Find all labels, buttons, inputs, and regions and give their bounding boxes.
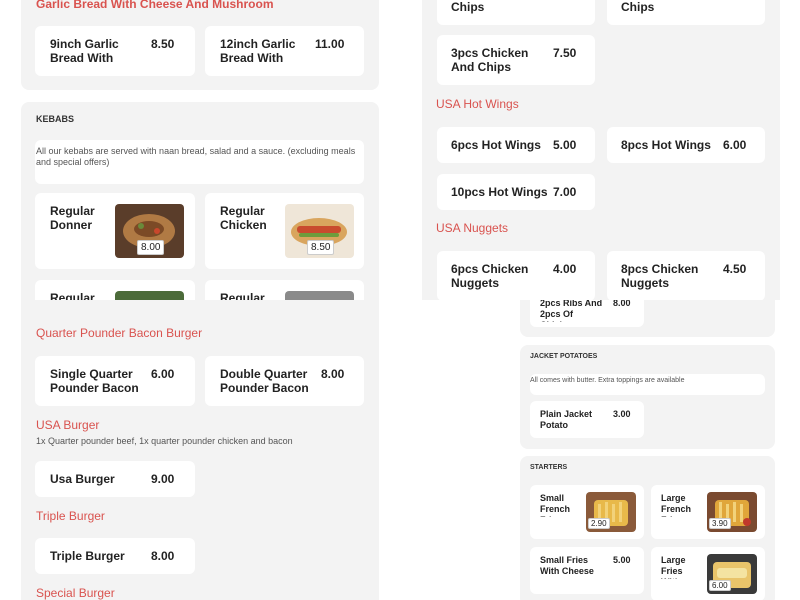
- item-price: 3.90: [709, 518, 731, 529]
- menu-item[interactable]: Double Quarter Pounder Bacon Burger 8.00: [205, 356, 364, 406]
- item-price: 8.00: [137, 240, 165, 255]
- item-price: 8.00: [613, 300, 631, 308]
- menu-item[interactable]: Regular Chicken Shish Kebab: [205, 280, 364, 300]
- jacket-potatoes-title: JACKET POTATOES: [530, 353, 598, 360]
- item-name: Regular Chicken Kebab: [220, 204, 267, 234]
- menu-item[interactable]: Small French Fries 2.90: [530, 485, 644, 539]
- pane-top-left: Garlic Bread With Cheese And Mushroom 9i…: [0, 0, 400, 300]
- kebabs-title: KEBABS: [36, 114, 75, 124]
- item-price: 8.00: [151, 549, 175, 563]
- usa-burger-title: USA Burger: [36, 418, 100, 432]
- menu-item[interactable]: 6pcs Chicken Nuggets 4.00: [437, 251, 595, 300]
- item-name: Small French Fries: [540, 493, 571, 517]
- ribs-card: 2pcs Ribs And 2pcs Of Chicken 8.00: [520, 300, 775, 337]
- item-name: Large Fries With Cheese: [661, 555, 686, 579]
- item-name: 8pcs Chicken Nuggets: [621, 262, 699, 290]
- item-price: 8.50: [151, 37, 175, 51]
- item-name: 2pcs Ribs And 2pcs Of Chicken: [540, 300, 603, 322]
- menu-item[interactable]: Small Fries With Cheese 5.00: [530, 547, 644, 594]
- hot-wings-title: USA Hot Wings: [436, 97, 519, 111]
- menu-item[interactable]: Single Quarter Pounder Bacon Burger 6.00: [35, 356, 195, 406]
- menu-item[interactable]: Regular Chicken Kebab 8.50: [205, 193, 364, 269]
- jacket-potatoes-card: JACKET POTATOES All comes with butter. E…: [520, 345, 775, 449]
- menu-item[interactable]: 9inch Garlic Bread With Cheese And Mushr…: [35, 26, 195, 76]
- item-name: Regular Chicken Shish Kebab: [220, 291, 265, 300]
- menu-item[interactable]: 6pcs Hot Wings 5.00: [437, 127, 595, 163]
- menu-item[interactable]: Usa Burger 9.00: [35, 461, 195, 497]
- menu-item[interactable]: Triple Burger 8.00: [35, 538, 195, 574]
- item-name: Triple Burger: [50, 549, 125, 563]
- menu-item[interactable]: 2pcs Ribs And 2pcs Of Chicken 8.00: [530, 300, 644, 327]
- garlic-bread-card: Garlic Bread With Cheese And Mushroom 9i…: [21, 0, 379, 90]
- item-name: 10pcs Hot Wings: [451, 185, 548, 199]
- item-name: Usa Burger: [50, 472, 115, 486]
- item-name: Double Quarter Pounder Bacon Burger: [220, 367, 309, 397]
- food-photo-icon: [115, 291, 184, 300]
- food-photo-icon: [285, 291, 354, 300]
- pane-bottom-right: 2pcs Ribs And 2pcs Of Chicken 8.00 JACKE…: [400, 300, 800, 600]
- item-name: Large French Fries: [661, 493, 692, 517]
- menu-item[interactable]: Plain Jacket Potato 3.00: [530, 401, 644, 438]
- jacket-description-box: All comes with butter. Extra toppings ar…: [530, 374, 765, 395]
- item-name: Chips: [451, 0, 485, 14]
- item-name: 12inch Garlic Bread With Cheese And Mush…: [220, 37, 296, 67]
- item-price: 4.00: [553, 262, 577, 276]
- starters-title: STARTERS: [530, 464, 568, 471]
- item-name: Chips: [621, 0, 655, 14]
- special-burger-title: Special Burger: [36, 586, 115, 600]
- item-price: 5.00: [553, 138, 577, 152]
- item-price: 6.00: [151, 367, 175, 381]
- item-price: 9.00: [151, 472, 175, 486]
- menu-item[interactable]: 12inch Garlic Bread With Cheese And Mush…: [205, 26, 364, 76]
- menu-item[interactable]: Chips: [437, 0, 595, 25]
- item-name: 6pcs Chicken Nuggets: [451, 262, 529, 290]
- item-price: 8.50: [307, 240, 335, 255]
- pane-top-right: Chips Chips 3pcs Chicken And Chips 7.50 …: [400, 0, 800, 300]
- item-price: 4.50: [723, 262, 747, 276]
- item-name: 8pcs Hot Wings: [621, 138, 711, 152]
- item-name: Single Quarter Pounder Bacon Burger: [50, 367, 139, 397]
- item-price: 6.00: [709, 580, 731, 591]
- item-name: 3pcs Chicken And Chips: [451, 46, 529, 74]
- item-price: 7.00: [553, 185, 577, 199]
- item-price: 6.00: [723, 138, 747, 152]
- item-price: 5.00: [613, 555, 631, 565]
- kebabs-card: KEBABS All our kebabs are served with na…: [21, 102, 379, 300]
- garlic-bread-title: Garlic Bread With Cheese And Mushroom: [36, 0, 274, 11]
- menu-item[interactable]: 3pcs Chicken And Chips 7.50: [437, 35, 595, 85]
- kebabs-description-box: All our kebabs are served with naan brea…: [35, 140, 364, 184]
- usa-burger-description: 1x Quarter pounder beef, 1x quarter poun…: [36, 436, 293, 446]
- quarter-pounder-title: Quarter Pounder Bacon Burger: [36, 326, 203, 340]
- nuggets-title: USA Nuggets: [436, 221, 509, 235]
- item-name: Plain Jacket Potato: [540, 409, 593, 430]
- menu-item[interactable]: Large Fries With Cheese 6.00: [651, 547, 765, 600]
- jacket-description: All comes with butter. Extra toppings ar…: [530, 377, 685, 384]
- item-price: 11.00: [315, 37, 345, 51]
- starters-card: STARTERS Small French Fries 2.90 Large F…: [520, 456, 775, 600]
- item-price: 3.00: [613, 409, 631, 419]
- menu-item[interactable]: Large French Fries 3.90: [651, 485, 765, 539]
- menu-item[interactable]: 8pcs Chicken Nuggets 4.50: [607, 251, 765, 300]
- item-name: Small Fries With Cheese: [540, 555, 594, 576]
- chicken-card: Chips Chips 3pcs Chicken And Chips 7.50 …: [422, 0, 780, 300]
- menu-item[interactable]: 10pcs Hot Wings 7.00: [437, 174, 595, 210]
- triple-burger-title: Triple Burger: [36, 509, 105, 523]
- menu-item[interactable]: 8pcs Hot Wings 6.00: [607, 127, 765, 163]
- item-price: 2.90: [588, 518, 610, 529]
- item-price: 8.00: [321, 367, 345, 381]
- kebabs-description: All our kebabs are served with naan brea…: [36, 146, 356, 167]
- item-name: 9inch Garlic Bread With Cheese And Mushr…: [50, 37, 119, 67]
- menu-item[interactable]: Chips: [607, 0, 765, 25]
- menu-item[interactable]: Regular Chicken Tikka Kebab: [35, 280, 195, 300]
- item-name: Regular Donner Kebab: [50, 204, 95, 234]
- item-name: 6pcs Hot Wings: [451, 138, 541, 152]
- pane-bottom-left: Quarter Pounder Bacon Burger Single Quar…: [0, 300, 400, 600]
- burgers-card: Quarter Pounder Bacon Burger Single Quar…: [21, 300, 379, 600]
- item-name: Regular Chicken Tikka Kebab: [50, 291, 95, 300]
- item-price: 7.50: [553, 46, 577, 60]
- menu-item[interactable]: Regular Donner Kebab 8.00: [35, 193, 195, 269]
